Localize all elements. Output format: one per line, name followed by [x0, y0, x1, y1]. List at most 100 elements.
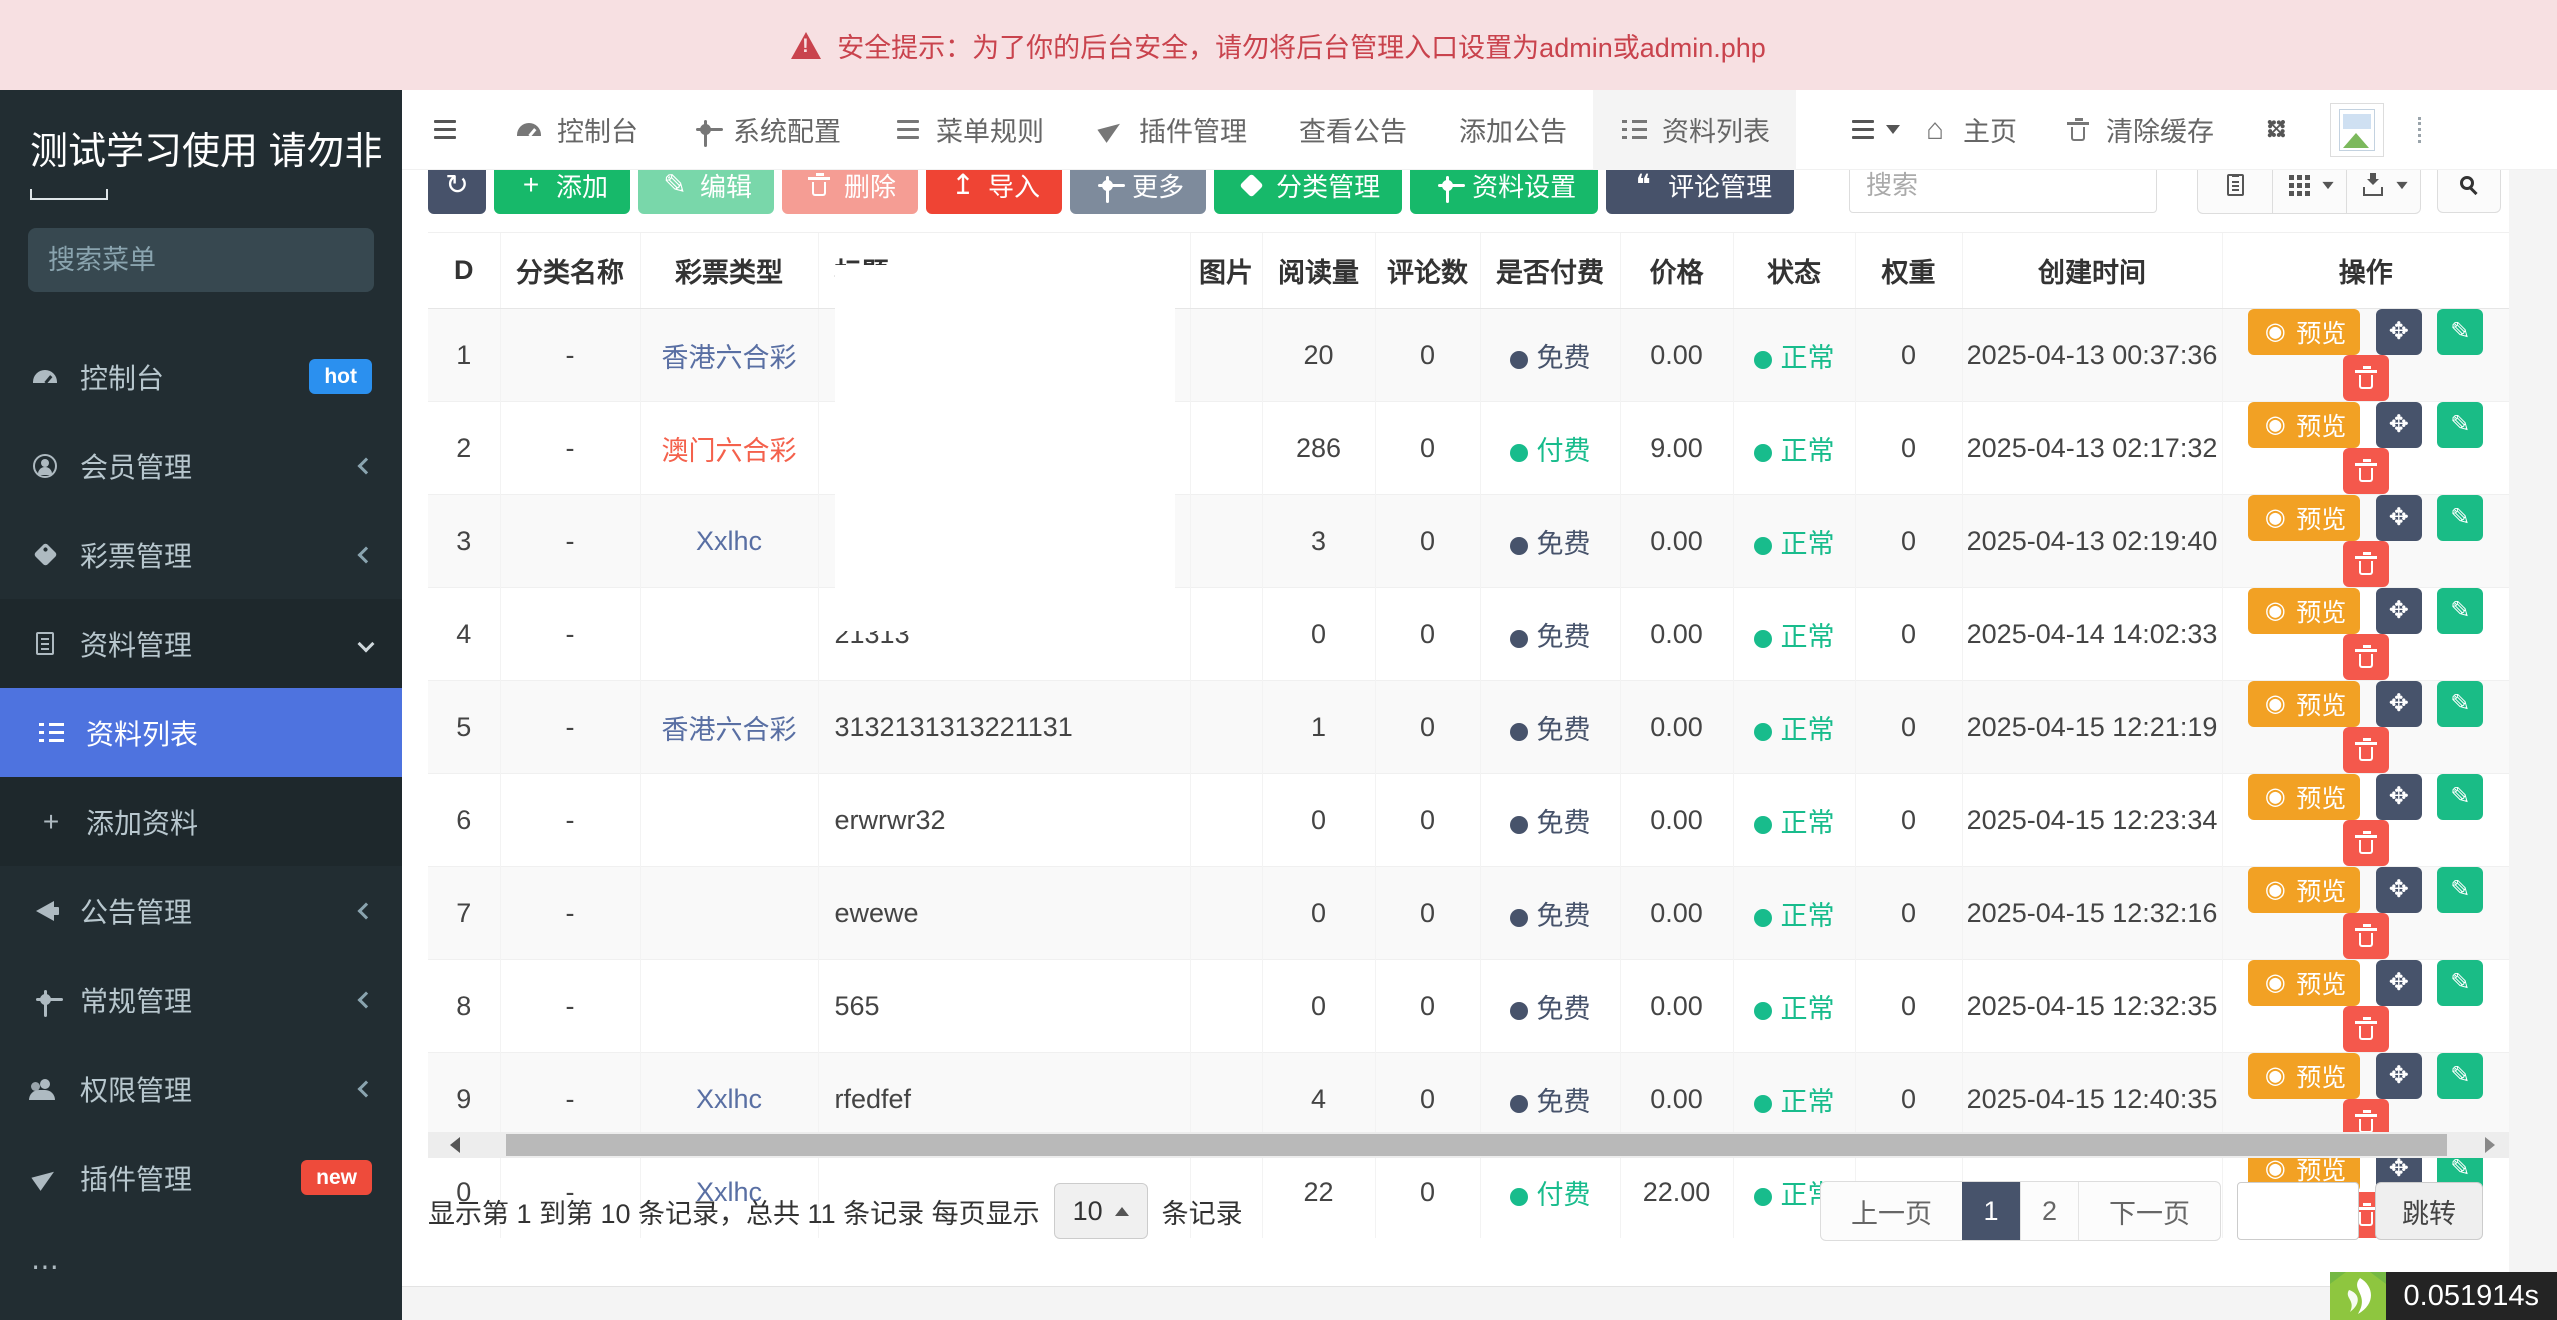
table-search-input[interactable] — [1849, 170, 2157, 213]
edit-button[interactable]: ✎ — [2437, 309, 2484, 355]
tabs-overflow-dropdown[interactable] — [1834, 90, 1914, 170]
preview-button[interactable]: ◉ 预览 — [2248, 402, 2361, 448]
move-button[interactable]: ✥ — [2375, 495, 2422, 541]
sidebar-item-permissions[interactable]: 权限管理 — [0, 1044, 402, 1133]
cell-lottery-type[interactable]: 香港六合彩 — [639, 680, 818, 774]
page-button-1[interactable]: 1 — [1962, 1182, 2020, 1240]
edit-button[interactable]: ✎ — [2437, 588, 2484, 634]
sidebar-item-lottery[interactable]: 彩票管理 — [0, 510, 402, 599]
edit-button[interactable]: ✎ — [2437, 402, 2484, 448]
comment-manage-button[interactable]: ❝ 评论管理 — [1606, 170, 1795, 214]
search-submit-button[interactable] — [2437, 170, 2501, 213]
table-row[interactable]: 6 - erwrwr32 0 0 免费 0.00 正常 0 2025-04-15… — [428, 773, 2509, 867]
delete-button[interactable] — [2342, 820, 2389, 866]
page-button-2[interactable]: 2 — [2020, 1182, 2078, 1240]
delete-button[interactable] — [2342, 448, 2389, 494]
column-header[interactable]: 价格 — [1619, 232, 1733, 309]
column-header[interactable]: 是否付费 — [1479, 232, 1620, 309]
column-header[interactable]: 创建时间 — [1961, 232, 2222, 309]
column-header[interactable]: 评论数 — [1374, 232, 1480, 309]
column-header[interactable]: 操作 — [2221, 232, 2509, 309]
next-page-button[interactable]: 下一页 — [2078, 1182, 2220, 1240]
sidebar-item-archives-add[interactable]: + 添加资料 — [0, 777, 402, 866]
columns-dropdown-button[interactable] — [2272, 170, 2346, 213]
jump-page-input[interactable] — [2237, 1182, 2359, 1240]
tab-add-announcement[interactable]: 添加公告 — [1433, 90, 1593, 170]
delete-button[interactable] — [2342, 355, 2389, 401]
edit-button[interactable]: ✎ — [2437, 495, 2484, 541]
sidebar-item-more[interactable]: ⋯ — [0, 1222, 402, 1311]
move-button[interactable]: ✥ — [2375, 960, 2422, 1006]
table-row[interactable]: 7 - ewewe 0 0 免费 0.00 正常 0 2025-04-15 12… — [428, 866, 2509, 960]
sidebar-search-input[interactable] — [48, 244, 402, 276]
column-header[interactable]: 阅读量 — [1261, 232, 1375, 309]
preview-button[interactable]: ◉ 预览 — [2248, 495, 2361, 541]
sidebar-item-archives-list[interactable]: 资料列表 — [0, 688, 402, 777]
move-button[interactable]: ✥ — [2375, 1053, 2422, 1099]
add-button[interactable]: + 添加 — [494, 170, 631, 214]
import-button[interactable]: ↥ 导入 — [926, 170, 1063, 214]
fullscreen-button[interactable]: ✥ — [2254, 90, 2296, 170]
column-header[interactable]: 状态 — [1732, 232, 1855, 309]
move-button[interactable]: ✥ — [2375, 309, 2422, 355]
table-row[interactable]: 2 - 澳门六合彩 286 0 付费 9.00 正常 0 2025-04-13 … — [428, 358, 2509, 538]
horizontal-scrollbar[interactable] — [428, 1132, 2509, 1158]
move-button[interactable]: ✥ — [2375, 402, 2422, 448]
table-row[interactable]: 4 - 21313 0 0 免费 0.00 正常 0 2025-04-14 14… — [428, 587, 2509, 681]
cell-lottery-type[interactable]: 澳门六合彩 — [639, 401, 818, 495]
delete-button[interactable] — [2342, 727, 2389, 773]
more-button[interactable]: 更多 — [1070, 170, 1207, 214]
move-button[interactable]: ✥ — [2375, 867, 2422, 913]
archive-settings-button[interactable]: 资料设置 — [1410, 170, 1599, 214]
preview-button[interactable]: ◉ 预览 — [2248, 774, 2361, 820]
sidebar-item-addons[interactable]: 插件管理 new — [0, 1133, 402, 1222]
delete-button[interactable] — [2342, 541, 2389, 587]
column-header[interactable]: 权重 — [1854, 232, 1962, 309]
page-size-dropdown[interactable]: 10 — [1053, 1183, 1148, 1239]
prev-page-button[interactable]: 上一页 — [1821, 1182, 1962, 1240]
refresh-button[interactable]: ↻ — [428, 170, 486, 214]
tab-addon-manage[interactable]: 插件管理 — [1070, 90, 1273, 170]
move-button[interactable]: ✥ — [2375, 774, 2422, 820]
sidebar-toggle-button[interactable] — [402, 90, 488, 170]
scroll-left-arrow[interactable] — [450, 1137, 460, 1153]
column-header[interactable]: 图片 — [1189, 232, 1262, 309]
sidebar-item-announcements[interactable]: 公告管理 — [0, 866, 402, 955]
tab-console[interactable]: 控制台 — [488, 90, 664, 170]
column-header[interactable]: 分类名称 — [499, 232, 640, 309]
sidebar-item-archives[interactable]: 资料管理 — [0, 599, 402, 688]
preview-button[interactable]: ◉ 预览 — [2248, 1053, 2361, 1099]
edit-button[interactable]: ✎ — [2437, 867, 2484, 913]
edit-button[interactable]: ✎ — [2437, 1053, 2484, 1099]
delete-button[interactable] — [2342, 1006, 2389, 1052]
delete-button[interactable]: 删除 — [782, 170, 919, 214]
toggle-view-button[interactable] — [2198, 170, 2272, 213]
edit-button[interactable]: ✎ — [2437, 681, 2484, 727]
edit-button[interactable]: ✎ — [2437, 960, 2484, 1006]
move-button[interactable]: ✥ — [2375, 681, 2422, 727]
preview-button[interactable]: ◉ 预览 — [2248, 960, 2361, 1006]
home-link[interactable]: ⌂ 主页 — [1914, 90, 2023, 170]
tab-view-announcement[interactable]: 查看公告 — [1273, 90, 1433, 170]
delete-button[interactable] — [2342, 913, 2389, 959]
preview-button[interactable]: ◉ 预览 — [2248, 681, 2361, 727]
avatar[interactable] — [2330, 102, 2384, 157]
sidebar-item-general[interactable]: 常规管理 — [0, 955, 402, 1044]
export-dropdown-button[interactable] — [2346, 170, 2420, 213]
scroll-right-arrow[interactable] — [2485, 1137, 2495, 1153]
category-manage-button[interactable]: 分类管理 — [1214, 170, 1403, 214]
table-row[interactable]: 5 - 香港六合彩 3132131313221131 1 0 免费 0.00 正… — [428, 680, 2509, 774]
sidebar-item-console[interactable]: 控制台 hot — [0, 332, 402, 421]
table-row[interactable]: 1 - 香港六合彩 20 0 免费 0.00 正常 0 2025-04-13 0… — [428, 265, 2509, 445]
preview-button[interactable]: ◉ 预览 — [2248, 588, 2361, 634]
sidebar-search[interactable] — [28, 228, 402, 292]
scrollbar-thumb[interactable] — [506, 1134, 2447, 1156]
jump-button[interactable]: 跳转 — [2375, 1182, 2483, 1240]
edit-button[interactable]: ✎ — [2437, 774, 2484, 820]
table-row[interactable]: 8 - 565 0 0 免费 0.00 正常 0 2025-04-15 12:3… — [428, 959, 2509, 1053]
cell-lottery-type[interactable]: 香港六合彩 — [639, 308, 818, 402]
edit-button[interactable]: ✎ 编辑 — [638, 170, 775, 214]
tab-menu-rules[interactable]: 菜单规则 — [867, 90, 1070, 170]
column-header[interactable]: 彩票类型 — [639, 232, 818, 309]
move-button[interactable]: ✥ — [2375, 588, 2422, 634]
